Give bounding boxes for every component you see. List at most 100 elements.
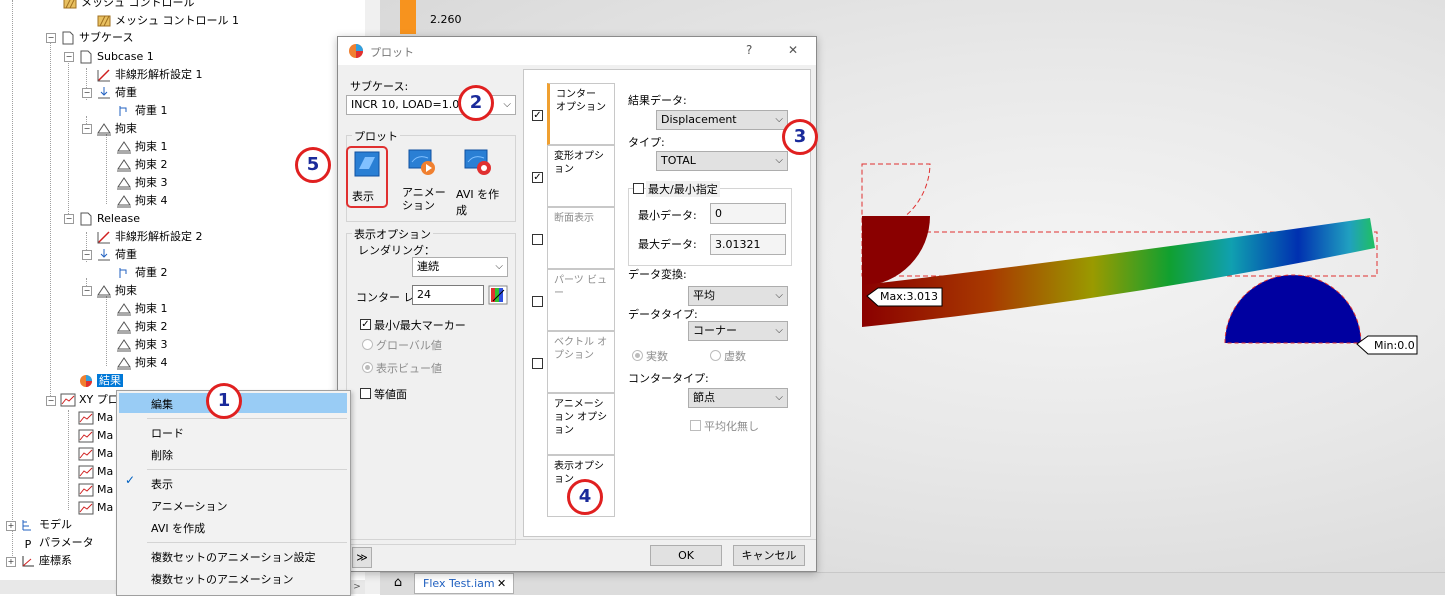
tree-item-mesh-control[interactable]: メッシュ コントロール [62, 0, 195, 12]
tree-item-load1[interactable]: 荷重 1 [116, 102, 168, 120]
tab-deform-options[interactable]: 変形オプション [547, 145, 615, 207]
collapse-toggle[interactable]: − [82, 286, 92, 296]
tree-item-subcase-group[interactable]: サブケース [60, 29, 133, 47]
tree-item-results[interactable]: 結果 [78, 372, 123, 390]
tree-item-constraint[interactable]: 拘束 4 [116, 192, 168, 210]
tree-item-constraint[interactable]: 拘束 2 [116, 318, 168, 336]
help-button[interactable]: ? [746, 43, 752, 57]
tab-title: Flex Test.iam [423, 577, 495, 590]
display-view-value-label: 表示ビュー値 [376, 362, 442, 375]
tree-item-nonlinear2[interactable]: 非線形解析設定 2 [96, 228, 203, 246]
animation-button-label: アニメーション [402, 186, 446, 212]
collapse-button[interactable]: ≫ [352, 547, 372, 568]
xy-plot-icon [78, 429, 94, 443]
scroll-right-icon[interactable]: > [350, 580, 364, 594]
menu-item-create-avi[interactable]: AVI を作成 [151, 520, 205, 536]
tree-item-xy-curve[interactable]: Ma [78, 445, 113, 463]
real-radio[interactable] [632, 350, 643, 361]
contour-options-checkbox[interactable]: ✓ [532, 110, 543, 121]
tree-item-coords[interactable]: 座標系 [20, 552, 72, 570]
menu-item-multi-anim[interactable]: 複数セットのアニメーション [151, 571, 294, 587]
tree-item-constraint-group1[interactable]: 拘束 [96, 120, 137, 138]
menu-item-show[interactable]: 表示 [151, 476, 173, 492]
collapse-toggle[interactable]: − [64, 52, 74, 62]
collapse-toggle[interactable]: − [46, 396, 56, 406]
tree-item-nonlinear1[interactable]: 非線形解析設定 1 [96, 66, 203, 84]
home-icon[interactable]: ⌂ [388, 575, 408, 593]
tree-item-subcase1[interactable]: Subcase 1 [78, 48, 154, 66]
ok-button[interactable]: OK [650, 545, 722, 566]
global-value-radio[interactable] [362, 339, 373, 350]
dialog-titlebar[interactable]: プロット ? ✕ [338, 37, 816, 65]
section-view-checkbox[interactable] [532, 234, 543, 245]
tab-flex-test[interactable]: Flex Test.iam ✕ [414, 573, 514, 594]
tree-item-constraint[interactable]: 拘束 4 [116, 354, 168, 372]
tree-item-xy-curve[interactable]: Ma [78, 481, 113, 499]
data-type-select[interactable]: コーナー ⌵ [688, 321, 788, 341]
result-data-value: Displacement [661, 113, 737, 126]
minmax-marker-checkbox[interactable]: ✓ [360, 319, 371, 330]
menu-item-edit[interactable]: 編集 [151, 396, 173, 412]
tree-item-release[interactable]: Release [78, 210, 140, 228]
tree-item-model[interactable]: モデル [20, 516, 72, 534]
rendering-value: 連続 [417, 260, 439, 273]
collapse-toggle[interactable]: − [64, 214, 74, 224]
tab-section-view[interactable]: 断面表示 [547, 207, 615, 269]
tab-animation-options[interactable]: アニメーション オプション [547, 393, 615, 455]
menu-item-load[interactable]: ロード [151, 425, 184, 441]
menu-item-animation[interactable]: アニメーション [151, 498, 228, 514]
color-scale-icon[interactable] [488, 285, 508, 305]
rendering-select[interactable]: 連続 ⌵ [412, 257, 508, 277]
contour-type-select[interactable]: 節点 ⌵ [688, 388, 788, 408]
show-button[interactable]: 表示 [346, 146, 388, 208]
tree-item-xy-curve[interactable]: Ma [78, 499, 113, 517]
display-view-value-radio[interactable] [362, 362, 373, 373]
tree-item-mesh-control-1[interactable]: メッシュ コントロール 1 [96, 12, 239, 30]
expand-toggle[interactable]: + [6, 557, 16, 567]
tree-item-constraint[interactable]: 拘束 1 [116, 300, 168, 318]
result-data-select[interactable]: Displacement ⌵ [656, 110, 788, 130]
tree-item-load-group1[interactable]: 荷重 [96, 84, 137, 102]
tab-vector-options[interactable]: ベクトル オプション [547, 331, 615, 393]
tree-item-xy-curve[interactable]: Ma [78, 409, 113, 427]
type-select[interactable]: TOTAL ⌵ [656, 151, 788, 171]
menu-item-multi-anim-settings[interactable]: 複数セットのアニメーション設定 [151, 549, 316, 565]
create-avi-button[interactable]: AVI を作成 [454, 146, 510, 217]
tree-item-xy-curve[interactable]: Ma [78, 427, 113, 445]
deform-options-checkbox[interactable]: ✓ [532, 172, 543, 183]
minmax-spec-checkbox[interactable] [633, 183, 644, 194]
constraint-icon [116, 158, 132, 172]
menu-item-delete[interactable]: 削除 [151, 447, 173, 463]
tree-item-constraint[interactable]: 拘束 3 [116, 336, 168, 354]
close-icon[interactable]: ✕ [497, 577, 506, 590]
tree-item-constraint[interactable]: 拘束 1 [116, 138, 168, 156]
parts-view-checkbox[interactable] [532, 296, 543, 307]
collapse-toggle[interactable]: − [46, 33, 56, 43]
collapse-toggle[interactable]: − [82, 250, 92, 260]
tab-parts-view[interactable]: パーツ ビュー [547, 269, 615, 331]
close-button[interactable]: ✕ [788, 43, 798, 57]
expand-toggle[interactable]: + [6, 521, 16, 531]
tree-item-constraint-group2[interactable]: 拘束 [96, 282, 137, 300]
tree-item-xy-curve[interactable]: Ma [78, 463, 113, 481]
vector-options-checkbox[interactable] [532, 358, 543, 369]
min-data-input[interactable]: 0 [710, 203, 786, 224]
collapse-toggle[interactable]: − [82, 124, 92, 134]
tree-item-load2[interactable]: 荷重 2 [116, 264, 168, 282]
contour-level-input[interactable]: 24 [412, 285, 484, 305]
tab-contour-options[interactable]: コンター オプション [547, 83, 615, 145]
tree-item-load-group2[interactable]: 荷重 [96, 246, 137, 264]
isosurface-checkbox[interactable] [360, 388, 371, 399]
animation-button[interactable]: アニメーション [402, 146, 452, 218]
tree-item-xy-plot[interactable]: XY プロ [60, 391, 119, 409]
cancel-button[interactable]: キャンセル [733, 545, 805, 566]
imag-radio[interactable] [710, 350, 721, 361]
tree-item-parameters[interactable]: P パラメータ [20, 534, 94, 552]
tree-item-constraint[interactable]: 拘束 3 [116, 174, 168, 192]
collapse-toggle[interactable]: − [82, 88, 92, 98]
tree-item-constraint[interactable]: 拘束 2 [116, 156, 168, 174]
max-data-input[interactable]: 3.01321 [710, 234, 786, 255]
menu-separator [147, 418, 347, 419]
data-conversion-select[interactable]: 平均 ⌵ [688, 286, 788, 306]
no-average-checkbox[interactable] [690, 420, 701, 431]
